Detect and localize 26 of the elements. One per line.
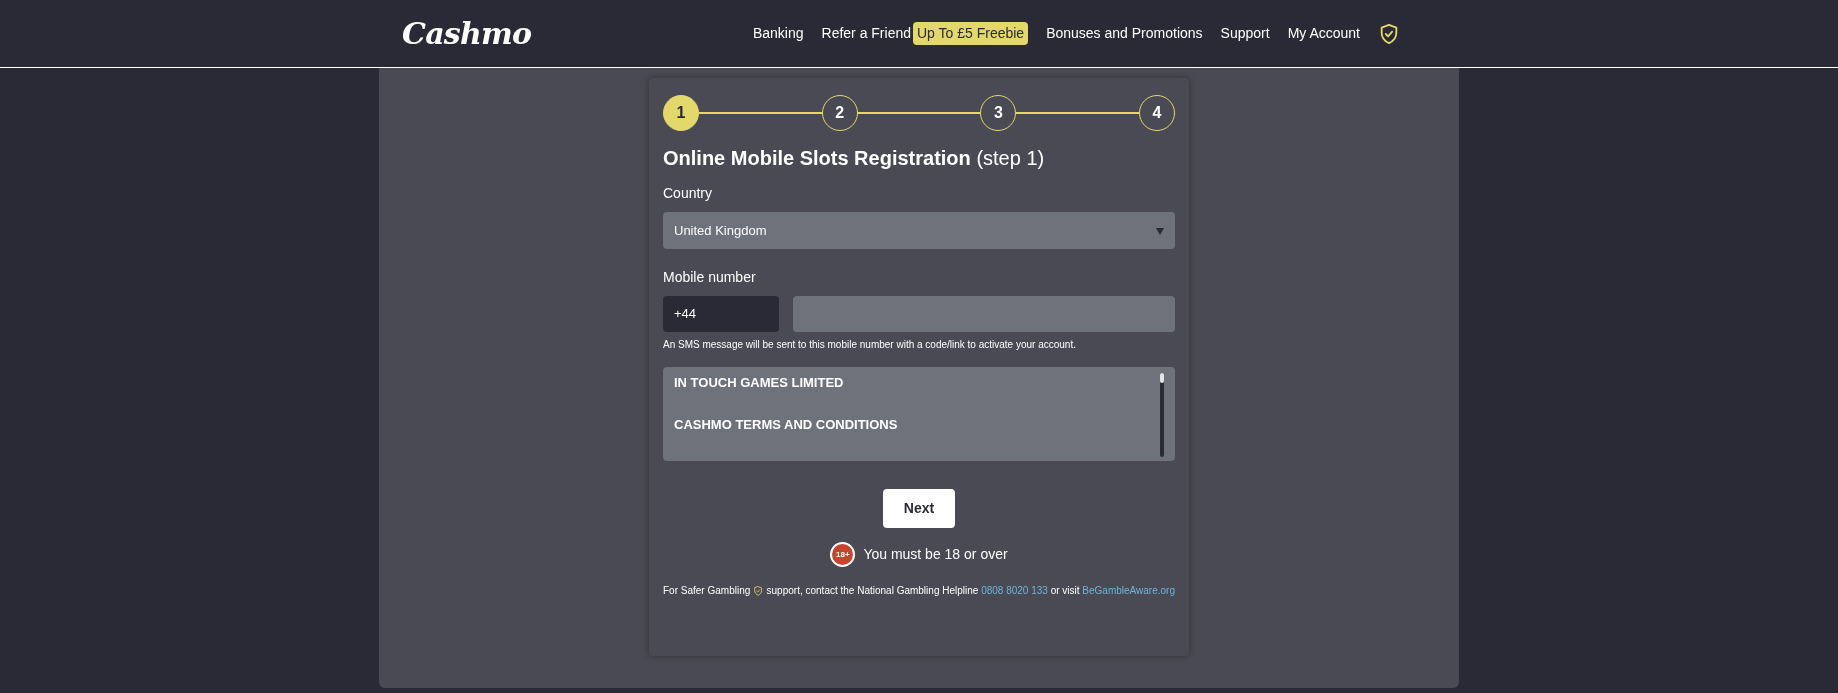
begambleaware-link[interactable]: BeGambleAware.org xyxy=(1082,585,1175,596)
dropdown-caret-icon xyxy=(1156,226,1164,235)
form-title: Online Mobile Slots Registration (step 1) xyxy=(663,146,1046,171)
nav-link[interactable]: Banking xyxy=(752,23,804,44)
age-notice: You must be 18 or over xyxy=(863,545,1008,564)
nav-link[interactable]: Bonuses and Promotions xyxy=(1046,23,1203,44)
mobile-number-field[interactable] xyxy=(793,296,1175,332)
shield-check-icon xyxy=(753,583,764,598)
dial-code-field[interactable]: +44 xyxy=(663,296,779,332)
promo-badge[interactable]: Up To £5 Freebie xyxy=(913,22,1029,45)
safer-gambling-text: For Safer Gambling xyxy=(663,584,751,598)
field-label: Country xyxy=(663,184,714,203)
helpline-link[interactable]: 0808 8020 133 xyxy=(981,585,1048,596)
nav-link[interactable]: Support xyxy=(1220,23,1270,44)
sms-note: An SMS message will be sent to this mobile number with a code/link to activate your account. xyxy=(663,338,1077,352)
logo[interactable]: Cashmo xyxy=(402,11,532,56)
helpline-sentence: support, contact the National Gambling Helpline 0808 8020 133 or visit BeGambleAware.org xyxy=(766,584,1175,598)
next-button[interactable]: Next xyxy=(883,489,955,528)
field-label: Mobile number xyxy=(663,268,757,287)
terms-heading: CASHMO TERMS AND CONDITIONS xyxy=(674,415,899,434)
nav-link[interactable]: My Account xyxy=(1287,23,1360,44)
country-select[interactable]: United Kingdom xyxy=(663,212,1175,249)
terms-heading: IN TOUCH GAMES LIMITED xyxy=(674,374,845,392)
shield-check-icon xyxy=(1378,22,1400,45)
age-badge: 18+ xyxy=(830,542,856,567)
nav-link[interactable]: Refer a Friend xyxy=(821,23,911,44)
